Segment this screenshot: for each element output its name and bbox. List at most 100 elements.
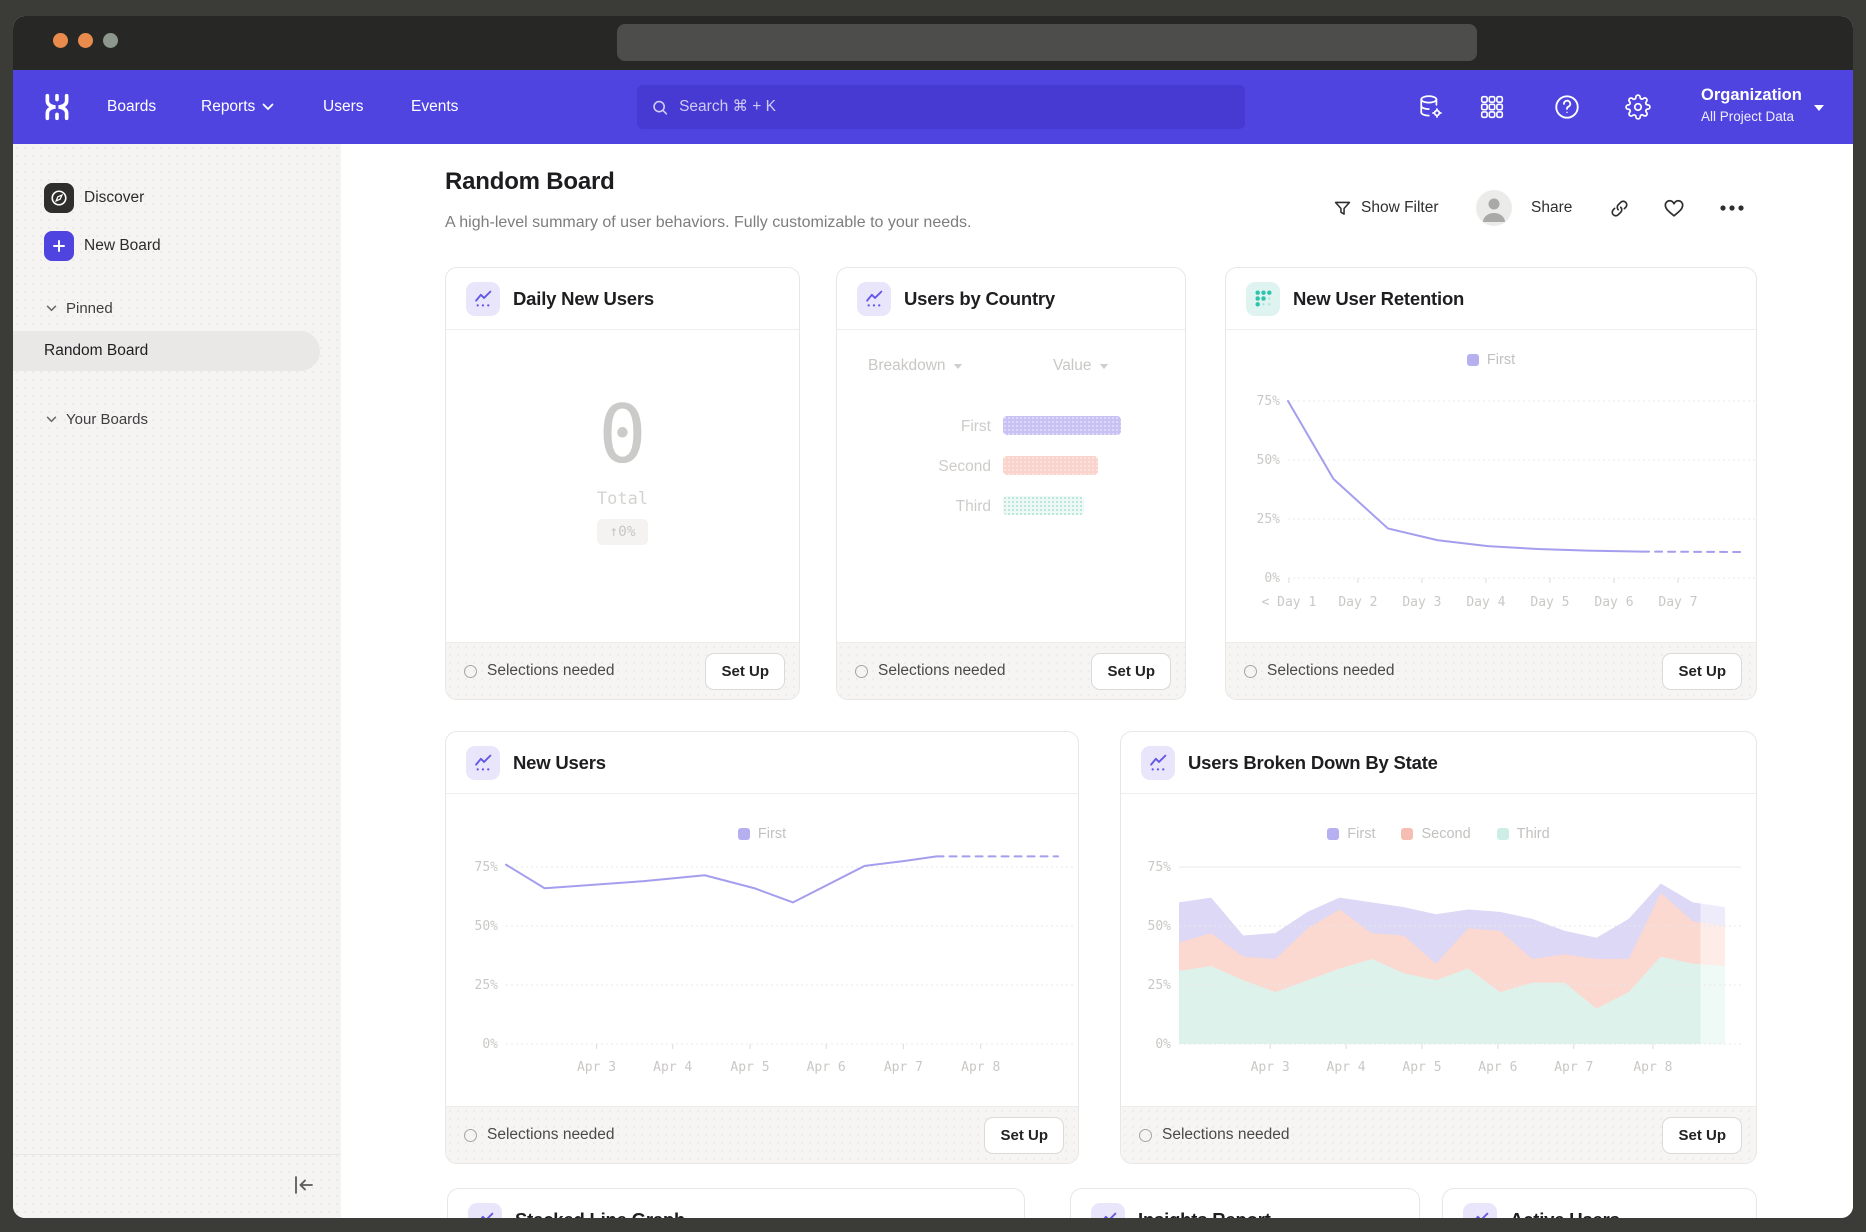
page-subtitle: A high-level summary of user behaviors. …: [445, 214, 971, 232]
org-switcher[interactable]: Organization All Project Data: [1701, 83, 1802, 127]
svg-text:Apr 5: Apr 5: [1402, 1060, 1441, 1075]
placeholder-bar-first: [1003, 416, 1121, 435]
avatar[interactable]: [1476, 190, 1512, 226]
svg-text:0%: 0%: [1264, 571, 1280, 586]
data-management-icon[interactable]: [1417, 93, 1445, 121]
svg-text:0%: 0%: [482, 1037, 498, 1052]
mixpanel-logo[interactable]: [42, 92, 72, 122]
show-filter-button[interactable]: Show Filter: [1333, 190, 1439, 226]
window-titlebar: [13, 16, 1853, 70]
value-dropdown[interactable]: Value: [1053, 357, 1109, 375]
card-title[interactable]: Users by Country: [904, 288, 1055, 310]
browser-window: Boards Reports Users Events: [13, 16, 1853, 1218]
svg-text:Apr 6: Apr 6: [807, 1060, 846, 1075]
breakdown-dropdown[interactable]: Breakdown: [868, 357, 963, 375]
link-icon: [1609, 198, 1630, 219]
status-circle-icon: [464, 1129, 477, 1142]
sidebar: Discover New Board Pinned Random Board Y…: [13, 144, 341, 1218]
svg-text:Apr 5: Apr 5: [730, 1060, 769, 1075]
nav-item-users[interactable]: Users: [323, 70, 363, 144]
sidebar-item-new-board[interactable]: New Board: [44, 231, 161, 261]
card-title[interactable]: Stacked Line Graph: [515, 1209, 685, 1218]
window-close-button[interactable]: [53, 33, 68, 48]
row-label: First: [868, 418, 991, 436]
card-new-user-retention: New User Retention First 75%50%25%0%< Da…: [1225, 267, 1757, 700]
set-up-button[interactable]: Set Up: [984, 1117, 1064, 1154]
apps-grid-icon[interactable]: [1478, 93, 1506, 121]
sidebar-item-random-board[interactable]: Random Board: [13, 331, 320, 371]
sidebar-collapse-icon[interactable]: [291, 1174, 317, 1196]
svg-text:75%: 75%: [1257, 394, 1281, 409]
status-circle-icon: [1244, 665, 1257, 678]
svg-text:Apr 3: Apr 3: [1251, 1060, 1290, 1075]
new-users-line-chart: 75%50%25%0%Apr 3Apr 4Apr 5Apr 6Apr 7Apr …: [446, 794, 1078, 1107]
favorite-button[interactable]: [1663, 190, 1685, 226]
sidebar-item-discover[interactable]: Discover: [44, 183, 144, 213]
heart-icon: [1663, 198, 1685, 218]
status-text: Selections needed: [487, 662, 695, 680]
svg-text:75%: 75%: [475, 860, 499, 875]
svg-text:Apr 6: Apr 6: [1478, 1060, 1517, 1075]
chevron-down-icon: [46, 416, 57, 423]
card-new-users: New Users First 75%50%25%0%Apr 3Apr 4Apr…: [445, 731, 1079, 1164]
stacked-area-chart: 75%50%25%0%Apr 3Apr 4Apr 5Apr 6Apr 7Apr …: [1121, 794, 1756, 1107]
global-search[interactable]: [637, 85, 1245, 129]
svg-text:< Day 1: < Day 1: [1262, 595, 1317, 610]
set-up-button[interactable]: Set Up: [1662, 653, 1742, 690]
window-minimize-button[interactable]: [78, 33, 93, 48]
svg-text:Apr 4: Apr 4: [653, 1060, 692, 1075]
nav-item-events[interactable]: Events: [411, 70, 458, 144]
svg-text:25%: 25%: [1148, 978, 1172, 993]
status-text: Selections needed: [1267, 662, 1652, 680]
row-label: Second: [868, 458, 991, 476]
sidebar-section-your-boards[interactable]: Your Boards: [46, 411, 148, 428]
card-title[interactable]: Daily New Users: [513, 288, 654, 310]
ellipsis-icon: [1719, 204, 1745, 212]
svg-text:Apr 8: Apr 8: [961, 1060, 1000, 1075]
svg-text:Day 2: Day 2: [1338, 595, 1377, 610]
metric-value: 0: [598, 395, 646, 475]
card-title[interactable]: Insights Report: [1138, 1209, 1271, 1218]
placeholder-bar-third: [1003, 496, 1084, 515]
page-title: Random Board: [445, 168, 615, 196]
sidebar-section-pinned[interactable]: Pinned: [46, 300, 113, 317]
retention-grid-icon: [1246, 282, 1280, 316]
help-icon[interactable]: [1553, 93, 1581, 121]
svg-text:50%: 50%: [475, 919, 499, 934]
svg-text:Day 7: Day 7: [1658, 595, 1697, 610]
placeholder-bar-second: [1003, 456, 1098, 475]
search-input[interactable]: [679, 98, 1231, 116]
compass-icon: [44, 183, 74, 213]
status-circle-icon: [1139, 1129, 1152, 1142]
settings-gear-icon[interactable]: [1624, 93, 1652, 121]
svg-text:Day 5: Day 5: [1530, 595, 1569, 610]
metric-label: Total: [597, 489, 648, 509]
svg-text:25%: 25%: [1257, 512, 1281, 527]
url-bar[interactable]: [617, 24, 1477, 61]
org-project-scope: All Project Data: [1701, 107, 1802, 127]
card-title[interactable]: New Users: [513, 752, 606, 774]
card-title[interactable]: Users Broken Down By State: [1188, 752, 1438, 774]
status-text: Selections needed: [487, 1126, 974, 1144]
card-daily-new-users: Daily New Users 0 Total ↑0% Selections n…: [445, 267, 800, 700]
metric-delta-badge: ↑0%: [597, 519, 647, 545]
card-title[interactable]: New User Retention: [1293, 288, 1464, 310]
set-up-button[interactable]: Set Up: [705, 653, 785, 690]
more-options-button[interactable]: [1719, 190, 1745, 226]
share-button[interactable]: Share: [1531, 190, 1572, 226]
search-icon: [651, 98, 669, 117]
copy-link-button[interactable]: [1609, 190, 1630, 226]
nav-item-reports[interactable]: Reports: [201, 70, 274, 144]
nav-item-boards[interactable]: Boards: [107, 70, 156, 144]
person-icon: [1476, 190, 1512, 226]
svg-text:25%: 25%: [475, 978, 499, 993]
set-up-button[interactable]: Set Up: [1662, 1117, 1742, 1154]
svg-text:Apr 8: Apr 8: [1633, 1060, 1672, 1075]
svg-text:50%: 50%: [1257, 453, 1281, 468]
set-up-button[interactable]: Set Up: [1091, 653, 1171, 690]
window-zoom-button[interactable]: [103, 33, 118, 48]
card-title[interactable]: Active Users: [1510, 1209, 1620, 1218]
svg-text:Apr 4: Apr 4: [1327, 1060, 1366, 1075]
svg-text:Day 3: Day 3: [1402, 595, 1441, 610]
line-chart-icon: [468, 1203, 502, 1218]
